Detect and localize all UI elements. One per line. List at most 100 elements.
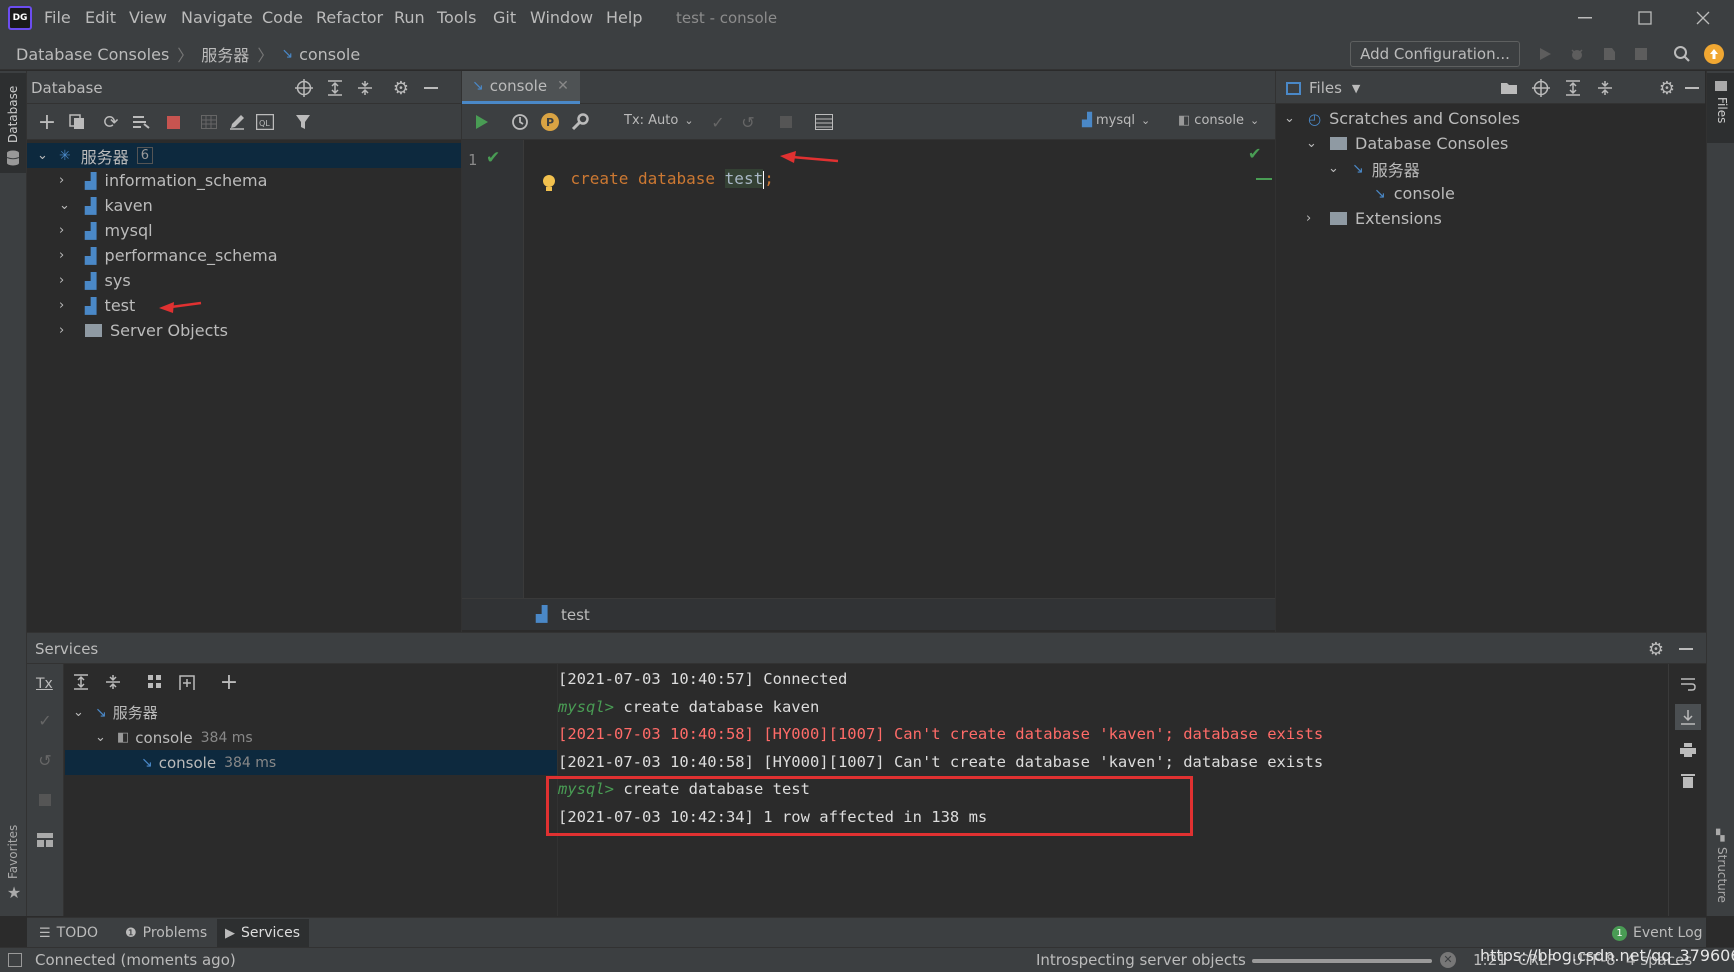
gear-icon[interactable]: ⚙: [1645, 638, 1667, 660]
chevron-down-icon[interactable]: ⌄: [59, 198, 73, 213]
updates-icon[interactable]: [1704, 44, 1724, 64]
menu-edit[interactable]: Edit: [85, 8, 116, 27]
tree-item-sys[interactable]: › ▟ sys: [27, 268, 131, 293]
files-item-database-consoles[interactable]: ⌄ Database Consoles: [1276, 131, 1508, 156]
soft-wrap-icon[interactable]: [1676, 672, 1700, 696]
add-icon[interactable]: +: [35, 110, 59, 135]
minimize-icon[interactable]: [1570, 8, 1600, 28]
explain-plan-icon[interactable]: P: [538, 110, 562, 134]
menu-window[interactable]: Window: [530, 8, 593, 27]
chevron-down-icon[interactable]: ⌄: [37, 148, 51, 163]
files-side-tab[interactable]: Files: [1707, 73, 1734, 143]
stop-icon[interactable]: [161, 110, 185, 134]
chevron-right-icon[interactable]: ›: [59, 248, 73, 263]
commit-icon[interactable]: ✓: [706, 110, 730, 134]
editor-area[interactable]: create database test; ✔: [525, 140, 1274, 598]
menu-git[interactable]: Git: [493, 8, 516, 27]
debug-icon[interactable]: [1566, 43, 1588, 65]
edit-icon[interactable]: [225, 110, 249, 134]
panel-toggle-icon[interactable]: [8, 953, 22, 967]
layout-icon[interactable]: [33, 828, 57, 852]
rollback-icon[interactable]: ↺: [736, 110, 760, 134]
tree-item-server-objects[interactable]: › Server Objects: [27, 318, 228, 343]
expand-all-icon[interactable]: [324, 77, 346, 99]
files-panel-selector[interactable]: Files ▼: [1286, 79, 1360, 97]
tx-label[interactable]: Tx: [36, 676, 53, 692]
table-icon[interactable]: [197, 110, 221, 134]
cancel-progress-icon[interactable]: ✕: [1440, 952, 1456, 968]
gear-icon[interactable]: ⚙: [1656, 77, 1678, 99]
chevron-right-icon[interactable]: ›: [59, 173, 73, 188]
intention-bulb-icon[interactable]: [541, 174, 557, 194]
tab-problems[interactable]: ❶ Problems: [125, 919, 207, 947]
stop-icon[interactable]: [1630, 43, 1652, 65]
expand-all-icon[interactable]: [1562, 77, 1584, 99]
console-output[interactable]: [2021-07-03 10:40:57] Connected mysql> cr…: [546, 664, 1668, 916]
hide-panel-icon[interactable]: [1675, 638, 1697, 660]
add-configuration-button[interactable]: Add Configuration...: [1350, 41, 1520, 67]
menu-run[interactable]: Run: [394, 8, 425, 27]
chevron-right-icon[interactable]: ›: [59, 273, 73, 288]
services-item-server[interactable]: ⌄ ↘ 服务器: [65, 700, 557, 725]
tree-item-test[interactable]: › ▟ test: [27, 293, 203, 318]
files-item-server[interactable]: ⌄ ↘ 服务器: [1276, 156, 1420, 181]
query-console-icon[interactable]: QL: [253, 110, 277, 134]
tab-todo[interactable]: ☰ TODO: [39, 919, 98, 947]
expand-all-icon[interactable]: [69, 670, 93, 694]
code-line[interactable]: create database test;: [532, 150, 774, 208]
new-tab-icon[interactable]: [175, 670, 199, 694]
files-item-console[interactable]: ↘ console: [1276, 181, 1455, 206]
duplicate-icon[interactable]: [65, 110, 89, 134]
open-folder-icon[interactable]: [1498, 77, 1520, 99]
services-item-session[interactable]: ⌄ ◧ console 384 ms: [65, 725, 557, 750]
rollback-icon[interactable]: ↺: [33, 748, 57, 772]
breadcrumb-item-console[interactable]: console: [299, 45, 360, 64]
breadcrumb-item-database-consoles[interactable]: Database Consoles: [16, 45, 169, 64]
maximize-icon[interactable]: [1630, 8, 1660, 28]
chevron-right-icon[interactable]: ›: [59, 298, 73, 313]
menu-navigate[interactable]: Navigate: [181, 8, 253, 27]
scroll-to-end-icon[interactable]: [1675, 704, 1701, 730]
tab-services[interactable]: ▶ Services: [217, 919, 309, 947]
stop-icon[interactable]: [33, 788, 57, 812]
trash-icon[interactable]: [1676, 768, 1700, 792]
collapse-all-icon[interactable]: [354, 77, 376, 99]
run-icon[interactable]: [1534, 43, 1556, 65]
tree-item-performance_schema[interactable]: › ▟ performance_schema: [27, 243, 278, 268]
close-tab-icon[interactable]: ✕: [557, 78, 569, 94]
locate-icon[interactable]: [1530, 77, 1552, 99]
group-by-icon[interactable]: [143, 670, 167, 694]
add-service-icon[interactable]: +: [217, 670, 241, 695]
services-item-console[interactable]: ↘ console 384 ms: [65, 750, 557, 775]
cancel-icon[interactable]: [774, 110, 798, 134]
output-layout-icon[interactable]: [812, 110, 836, 134]
collapse-all-icon[interactable]: [1594, 77, 1616, 99]
menu-help[interactable]: Help: [606, 8, 642, 27]
gear-icon[interactable]: ⚙: [390, 77, 412, 99]
search-icon[interactable]: [1670, 42, 1694, 66]
files-item-scratches[interactable]: ⌄ ◴ Scratches and Consoles: [1276, 106, 1520, 131]
close-window-icon[interactable]: [1688, 8, 1718, 28]
commit-icon[interactable]: ✓: [33, 708, 57, 732]
tree-root-server[interactable]: ⌄ ✳ 服务器 6: [27, 143, 461, 168]
event-log-button[interactable]: 1 Event Log: [1612, 919, 1703, 947]
database-side-tab[interactable]: Database: [0, 73, 26, 173]
locate-icon[interactable]: [293, 77, 315, 99]
schema-sync-icon[interactable]: [129, 110, 153, 134]
menu-file[interactable]: File: [44, 8, 71, 27]
menu-code[interactable]: Code: [262, 8, 303, 27]
execute-icon[interactable]: [470, 110, 494, 134]
datasource-dropdown[interactable]: ▟ mysql ⌄: [1082, 113, 1150, 128]
refresh-icon[interactable]: ⟳: [99, 110, 123, 134]
collapse-all-icon[interactable]: [101, 670, 125, 694]
chevron-right-icon[interactable]: ›: [59, 323, 73, 338]
chevron-right-icon[interactable]: ›: [59, 223, 73, 238]
tx-mode-dropdown[interactable]: Tx: Auto ⌄: [624, 113, 694, 128]
print-icon[interactable]: [1676, 738, 1700, 762]
tab-console[interactable]: ↘ console ✕: [462, 71, 580, 104]
structure-side-tab[interactable]: Structure: [1715, 847, 1729, 903]
tree-item-kaven[interactable]: ⌄ ▟ kaven: [27, 193, 153, 218]
session-dropdown[interactable]: ◧ console ⌄: [1178, 113, 1259, 128]
tree-item-information_schema[interactable]: › ▟ information_schema: [27, 168, 267, 193]
menu-refactor[interactable]: Refactor: [316, 8, 383, 27]
